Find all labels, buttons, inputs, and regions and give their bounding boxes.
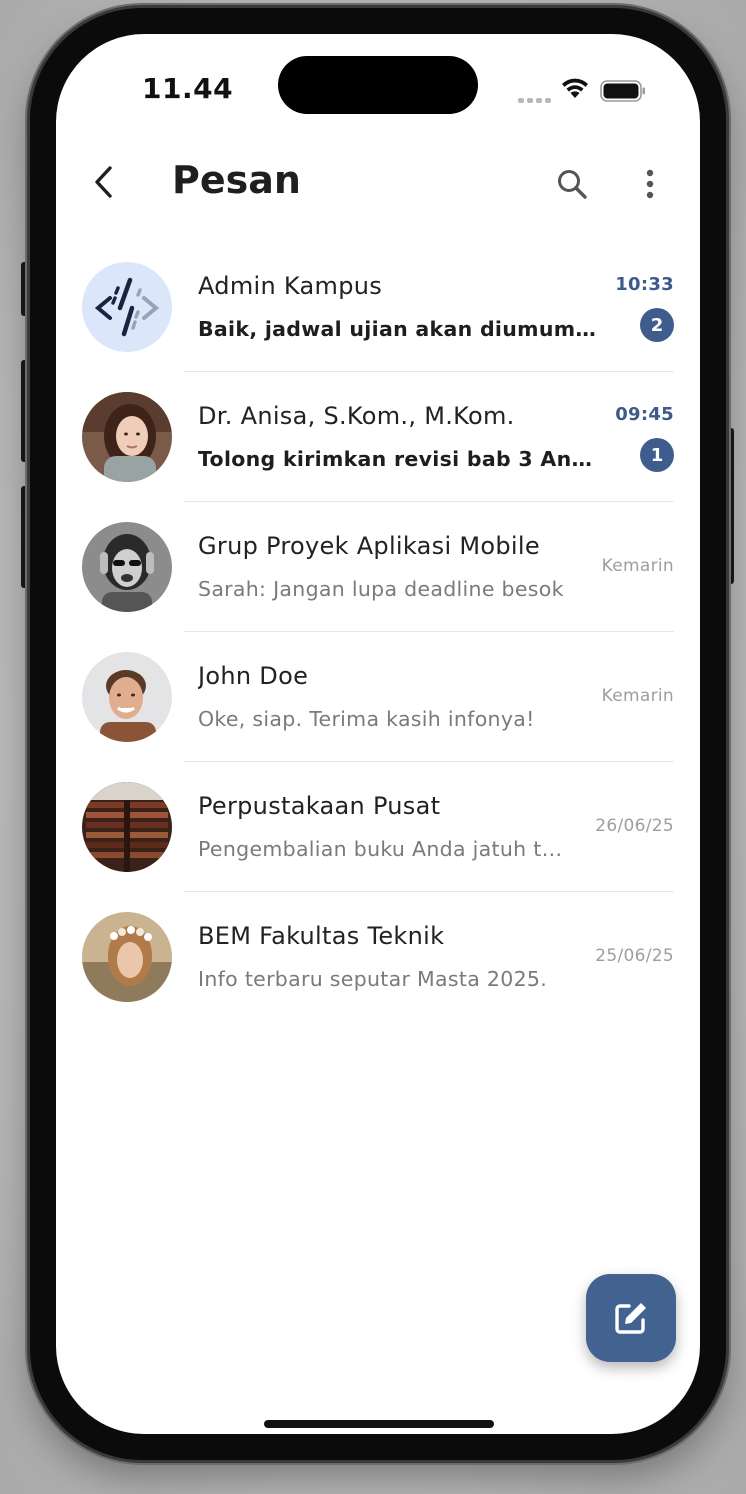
- woman-photo-avatar: [82, 392, 172, 482]
- chat-name: John Doe: [198, 662, 309, 690]
- chat-preview: Oke, siap. Terima kasih infonya!: [198, 707, 535, 731]
- search-button[interactable]: [552, 164, 592, 204]
- chat-list: Admin Kampus Baik, jadwal ujian akan diu…: [56, 242, 700, 1022]
- chat-time: Kemarin: [601, 556, 674, 576]
- silent-switch: [21, 262, 29, 316]
- dynamic-island: [278, 56, 478, 114]
- screen: 11.44 Pesan Admin Kampus Baik, jadwal uj…: [56, 34, 700, 1434]
- chat-preview: Info terbaru seputar Masta 2025.: [198, 967, 548, 991]
- chat-item-grup-proyek[interactable]: Grup Proyek Aplikasi Mobile Sarah: Janga…: [56, 502, 700, 632]
- chat-item-john-doe[interactable]: John Doe Oke, siap. Terima kasih infonya…: [56, 632, 700, 762]
- chat-time: 10:33: [615, 274, 674, 295]
- battery-icon: [600, 80, 645, 102]
- library-photo-avatar: [82, 782, 172, 872]
- chat-time: Kemarin: [601, 686, 674, 706]
- code-logo-avatar: [82, 262, 172, 352]
- man-photo-avatar: [82, 652, 172, 742]
- volume-up-button: [21, 360, 29, 462]
- status-time: 11.44: [142, 72, 234, 105]
- phone-body: 11.44 Pesan Admin Kampus Baik, jadwal uj…: [30, 8, 726, 1460]
- page-title: Pesan: [172, 158, 301, 202]
- chevron-left-icon: [95, 166, 112, 198]
- more-vertical-icon: [646, 169, 654, 199]
- search-icon: [558, 170, 587, 199]
- chat-item-dr-anisa[interactable]: Dr. Anisa, S.Kom., M.Kom. Tolong kirimka…: [56, 372, 700, 502]
- chat-preview: Sarah: Jangan lupa deadline besok: [198, 577, 564, 601]
- chat-time: 25/06/25: [595, 946, 674, 966]
- volume-down-button: [21, 486, 29, 588]
- chat-item-bem-fakultas-teknik[interactable]: BEM Fakultas Teknik Info terbaru seputar…: [56, 892, 700, 1022]
- chat-item-perpustakaan-pusat[interactable]: Perpustakaan Pusat Pengembalian buku And…: [56, 762, 700, 892]
- chat-preview: Tolong kirimkan revisi bab 3 Anda: [198, 447, 596, 471]
- chat-name: Dr. Anisa, S.Kom., M.Kom.: [198, 402, 515, 430]
- home-indicator: [264, 1420, 494, 1428]
- chat-item-admin-kampus[interactable]: Admin Kampus Baik, jadwal ujian akan diu…: [56, 242, 700, 372]
- unread-badge: 2: [640, 308, 674, 342]
- chat-name: Grup Proyek Aplikasi Mobile: [198, 532, 540, 560]
- power-button: [726, 428, 734, 584]
- chat-time: 09:45: [615, 404, 674, 425]
- edit-icon: [615, 1303, 646, 1334]
- chat-name: BEM Fakultas Teknik: [198, 922, 445, 950]
- chat-preview: Pengembalian buku Anda jatuh tempo: [198, 837, 573, 861]
- chat-preview: Baik, jadwal ujian akan diumumkan segera: [198, 317, 596, 341]
- group-photo-avatar: [82, 522, 172, 612]
- chat-name: Perpustakaan Pusat: [198, 792, 441, 820]
- cellular-signal-icon: [518, 98, 551, 103]
- wifi-icon: [562, 78, 588, 98]
- device-frame: 11.44 Pesan Admin Kampus Baik, jadwal uj…: [0, 0, 746, 1494]
- more-options-button[interactable]: [630, 164, 670, 204]
- flower-crown-photo-avatar: [82, 912, 172, 1002]
- unread-badge: 1: [640, 438, 674, 472]
- compose-button[interactable]: [586, 1274, 676, 1362]
- back-button[interactable]: [84, 162, 124, 202]
- chat-name: Admin Kampus: [198, 272, 383, 300]
- chat-time: 26/06/25: [595, 816, 674, 836]
